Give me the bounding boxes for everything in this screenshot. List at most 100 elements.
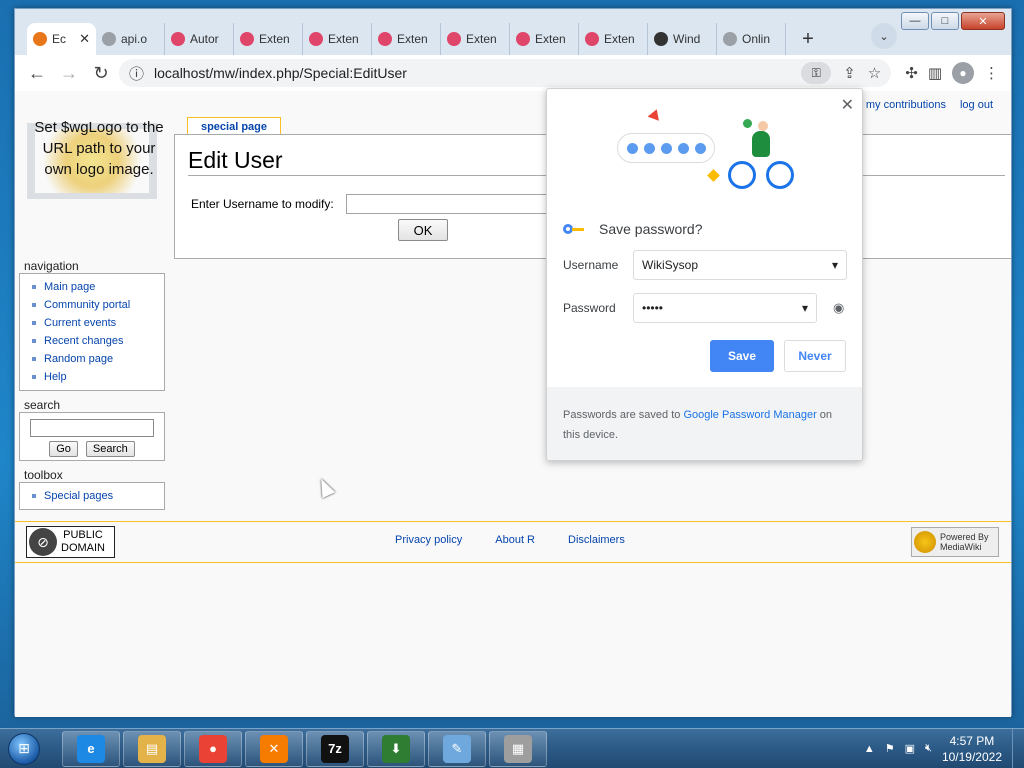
address-bar[interactable]: ⓘ localhost/mw/index.php/Special:EditUse…: [119, 59, 892, 87]
footer-link[interactable]: Disclaimers: [568, 534, 625, 546]
nav-link[interactable]: Main page: [32, 278, 164, 296]
search-input[interactable]: [30, 419, 154, 437]
browser-tab[interactable]: Wind: [648, 23, 717, 55]
taskbar-app-notepad[interactable]: ✎: [428, 730, 486, 767]
new-tab-button[interactable]: +: [794, 25, 822, 53]
taskbar-app-7zip[interactable]: 7z: [306, 730, 364, 767]
footer-link[interactable]: Privacy policy: [395, 534, 462, 546]
browser-tab[interactable]: Exten: [303, 23, 372, 55]
personal-link[interactable]: log out: [960, 99, 993, 111]
system-tray: ▲ ⚑ ▣ 🔇︎ 4:57 PM 10/19/2022: [864, 733, 1012, 765]
go-button[interactable]: Go: [49, 441, 78, 457]
logo-text[interactable]: Set $wgLogo to the URL path to your own …: [34, 119, 163, 178]
clock[interactable]: 4:57 PM 10/19/2022: [942, 733, 1002, 765]
tab-favicon-icon: [309, 32, 323, 46]
save-button[interactable]: Save: [710, 340, 774, 372]
yellow-diamond-icon: [707, 169, 720, 182]
browser-tab[interactable]: Exten: [372, 23, 441, 55]
nav-link[interactable]: Random page: [32, 350, 164, 368]
url-text[interactable]: localhost/mw/index.php/Special:EditUser: [154, 65, 407, 81]
network-icon[interactable]: ▣: [905, 742, 915, 755]
nav-link[interactable]: Recent changes: [32, 332, 164, 350]
footer-link[interactable]: About R: [495, 534, 535, 546]
password-key-icon[interactable]: ⚿: [801, 62, 832, 84]
maximize-button[interactable]: □: [931, 12, 959, 30]
close-icon[interactable]: ✕: [841, 95, 854, 115]
tab-favicon-icon: [585, 32, 599, 46]
toolbox-heading: toolbox: [24, 468, 63, 482]
start-button[interactable]: ⊞: [0, 729, 48, 768]
back-button[interactable]: ←: [23, 59, 51, 87]
cyclist-icon: [728, 121, 796, 193]
close-tab-icon[interactable]: ✕: [79, 31, 90, 47]
minimize-button[interactable]: —: [901, 12, 929, 30]
search-button[interactable]: Search: [85, 441, 135, 457]
never-button[interactable]: Never: [784, 340, 846, 372]
volume-muted-icon[interactable]: 🔇︎: [925, 742, 932, 755]
side-panel-icon[interactable]: ▥: [928, 64, 942, 82]
notepad-icon: ✎: [443, 734, 471, 763]
toolbox-link[interactable]: Special pages: [32, 487, 164, 505]
show-desktop-button[interactable]: [1012, 728, 1024, 768]
password-manager-link[interactable]: Google Password Manager: [683, 409, 816, 421]
tab-favicon-icon: [240, 32, 254, 46]
wiki-footer: ⊘ PUBLIC DOMAIN Privacy policy About R Dis…: [15, 521, 1011, 563]
browser-tab[interactable]: Exten: [441, 23, 510, 55]
password-value: •••••: [642, 301, 664, 315]
action-center-flag-icon[interactable]: ⚑: [885, 742, 895, 755]
show-password-eye-icon[interactable]: ◉: [833, 300, 844, 316]
taskbar-app-file-explorer[interactable]: ▤: [123, 730, 181, 767]
window-controls: — □ ✕: [901, 12, 1005, 30]
public-domain-line1: PUBLIC: [63, 529, 103, 541]
wiki-logo[interactable]: Set $wgLogo to the URL path to your own …: [29, 117, 169, 180]
taskbar-app-internet-download-manager[interactable]: ⬇: [367, 730, 425, 767]
tab-label: Exten: [259, 32, 290, 46]
tab-special-page[interactable]: special page: [187, 117, 281, 135]
powered-by-mediawiki-badge[interactable]: Powered By MediaWiki: [911, 527, 999, 557]
username-label: Enter Username to modify:: [191, 197, 334, 211]
public-domain-badge[interactable]: ⊘ PUBLIC DOMAIN: [26, 526, 115, 558]
taskbar-app-xampp[interactable]: ✕: [245, 730, 303, 767]
password-select[interactable]: ••••• ▾: [633, 293, 817, 323]
browser-tab[interactable]: Autor: [165, 23, 234, 55]
browser-tab[interactable]: Ec ✕: [27, 23, 96, 55]
browser-tab[interactable]: api.o: [96, 23, 165, 55]
close-window-button[interactable]: ✕: [961, 12, 1005, 30]
windows-logo-icon: ⊞: [8, 732, 40, 765]
nav-link[interactable]: Current events: [32, 314, 164, 332]
browser-tab[interactable]: Exten: [510, 23, 579, 55]
forward-button[interactable]: →: [55, 59, 83, 87]
share-icon[interactable]: ⇪: [843, 64, 856, 82]
xampp-icon: ✕: [260, 734, 288, 763]
dialog-title-text: Save password?: [599, 221, 703, 237]
profile-avatar-icon[interactable]: ●: [952, 62, 974, 84]
dialog-title: Save password?: [563, 221, 703, 237]
menu-kebab-icon[interactable]: ⋮: [984, 64, 999, 82]
taskbar-app-clipboard[interactable]: ▦: [489, 730, 547, 767]
username-select[interactable]: WikiSysop ▾: [633, 250, 847, 280]
nav-link[interactable]: Help: [32, 368, 164, 386]
navigation-heading: navigation: [24, 259, 79, 273]
ok-button[interactable]: OK: [398, 219, 448, 241]
tab-label: Wind: [673, 32, 701, 46]
tab-search-chevron-icon[interactable]: ⌄: [871, 23, 897, 49]
browser-tab[interactable]: Exten: [579, 23, 648, 55]
tab-favicon-icon: [654, 32, 668, 46]
search-portlet: Go Search: [19, 412, 165, 461]
info-icon[interactable]: ⓘ: [129, 63, 144, 84]
taskbar-app-chrome[interactable]: ●: [184, 730, 242, 767]
browser-tab[interactable]: Onlin: [717, 23, 786, 55]
tab-favicon-icon: [516, 32, 530, 46]
taskbar-app-internet-explorer[interactable]: e: [62, 730, 120, 767]
extensions-puzzle-icon[interactable]: ✣: [905, 64, 918, 82]
bookmark-star-icon[interactable]: ☆: [868, 64, 881, 82]
username-row: Username WikiSysop ▾: [563, 250, 847, 280]
tab-label: Exten: [535, 32, 566, 46]
reload-button[interactable]: ↻: [87, 59, 115, 87]
personal-link[interactable]: my contributions: [866, 99, 946, 111]
browser-tab[interactable]: Exten: [234, 23, 303, 55]
tab-label: Exten: [328, 32, 359, 46]
show-hidden-icons-icon[interactable]: ▲: [864, 743, 875, 755]
taskbar: ⊞ e ▤ ● ✕ 7z ⬇ ✎ ▦ ▲ ⚑ ▣ 🔇︎ 4:57 PM 10/19/2022: [0, 728, 1024, 768]
nav-link[interactable]: Community portal: [32, 296, 164, 314]
